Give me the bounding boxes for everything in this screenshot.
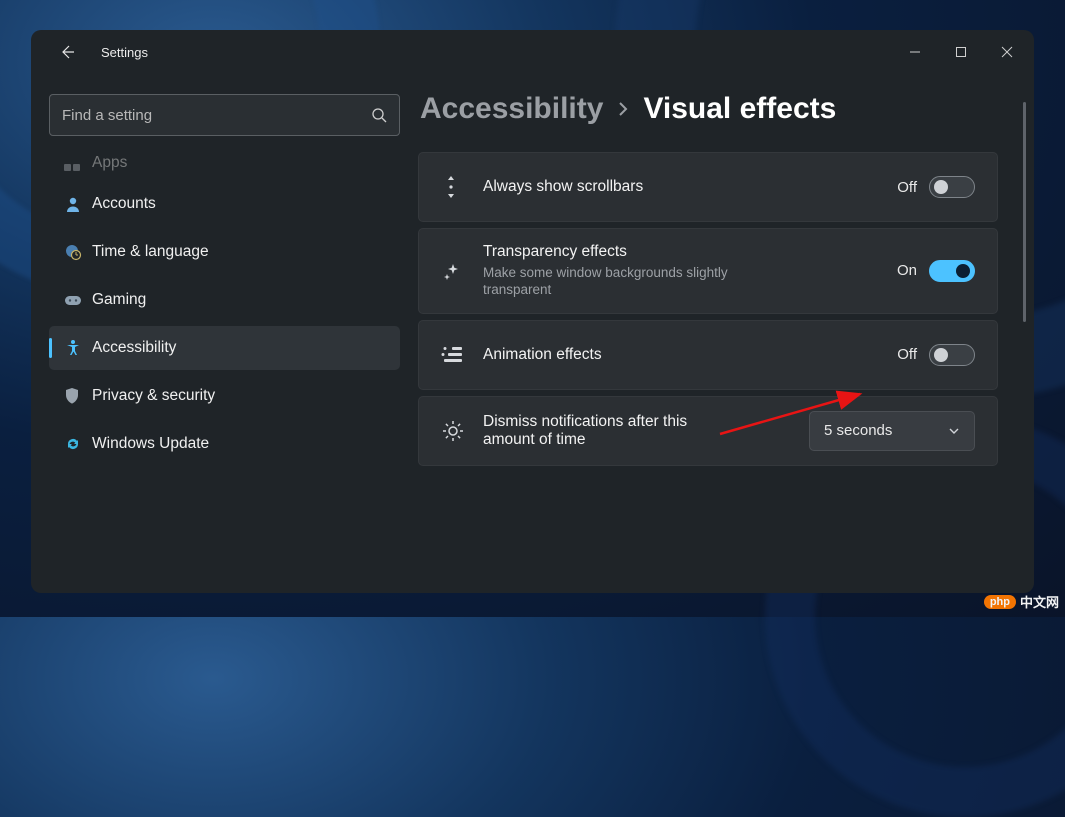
setting-transparency[interactable]: Transparency effects Make some window ba… — [418, 228, 998, 314]
settings-window: Settings Apps Accounts — [31, 30, 1034, 593]
sidebar-item-label: Time & language — [92, 243, 209, 261]
search-icon — [371, 107, 387, 123]
gamepad-icon — [64, 293, 92, 307]
content-scrollbar[interactable] — [1023, 102, 1026, 322]
close-button[interactable] — [984, 36, 1030, 68]
setting-animation[interactable]: Animation effects Off — [418, 320, 998, 390]
toggle-label: Off — [897, 179, 917, 196]
sidebar-item-time-language[interactable]: Time & language — [49, 230, 400, 274]
sidebar-item-accessibility[interactable]: Accessibility — [49, 326, 400, 370]
transparency-toggle[interactable] — [929, 260, 975, 282]
breadcrumb-parent[interactable]: Accessibility — [420, 92, 603, 126]
sidebar-item-gaming[interactable]: Gaming — [49, 278, 400, 322]
back-button[interactable] — [47, 32, 87, 72]
titlebar: Settings — [31, 30, 1034, 74]
clock-globe-icon — [64, 243, 92, 261]
sidebar-item-label: Gaming — [92, 291, 146, 309]
sync-icon — [64, 435, 92, 453]
app-title: Settings — [101, 45, 148, 60]
watermark: php 中文网 — [984, 592, 1059, 611]
motion-list-icon — [441, 346, 483, 364]
scroll-icon — [441, 174, 483, 200]
watermark-text: 中文网 — [1020, 592, 1059, 611]
breadcrumb-current: Visual effects — [643, 92, 836, 126]
search-box[interactable] — [49, 94, 400, 136]
sparkle-icon — [441, 260, 483, 282]
setting-title: Animation effects — [483, 346, 887, 364]
scrollbars-toggle[interactable] — [929, 176, 975, 198]
sidebar-item-label: Apps — [92, 154, 127, 172]
maximize-icon — [955, 46, 967, 58]
setting-scrollbars[interactable]: Always show scrollbars Off — [418, 152, 998, 222]
setting-desc: Make some window backgrounds slightly tr… — [483, 264, 743, 299]
chevron-right-icon — [617, 100, 629, 118]
window-controls — [892, 36, 1030, 68]
maximize-button[interactable] — [938, 36, 984, 68]
chevron-down-icon — [948, 425, 960, 437]
breadcrumb: Accessibility Visual effects — [418, 92, 1034, 126]
sidebar-item-label: Accessibility — [92, 339, 176, 357]
settings-list: Always show scrollbars Off Transparency … — [418, 152, 1034, 466]
brightness-icon — [441, 419, 483, 443]
arrow-left-icon — [59, 44, 75, 60]
sidebar-item-windows-update[interactable]: Windows Update — [49, 422, 400, 466]
sidebar-item-label: Windows Update — [92, 435, 209, 453]
dropdown-value: 5 seconds — [824, 422, 892, 439]
minimize-icon — [909, 46, 921, 58]
sidebar-item-label: Privacy & security — [92, 387, 215, 405]
animation-toggle[interactable] — [929, 344, 975, 366]
accessibility-icon — [64, 339, 92, 357]
nav: Apps Accounts Time & language Gaming — [49, 144, 400, 593]
setting-title: Transparency effects — [483, 243, 887, 261]
watermark-badge: php — [984, 595, 1016, 609]
apps-icon — [64, 158, 92, 172]
shield-icon — [64, 387, 92, 405]
toggle-label: Off — [897, 346, 917, 363]
sidebar: Apps Accounts Time & language Gaming — [31, 74, 418, 593]
sidebar-item-privacy-security[interactable]: Privacy & security — [49, 374, 400, 418]
setting-title: Dismiss notifications after this amount … — [483, 413, 723, 449]
toggle-label: On — [897, 262, 917, 279]
content-pane: Accessibility Visual effects Always show… — [418, 74, 1034, 593]
dismiss-time-dropdown[interactable]: 5 seconds — [809, 411, 975, 451]
search-input[interactable] — [62, 107, 371, 124]
setting-dismiss-notifications[interactable]: Dismiss notifications after this amount … — [418, 396, 998, 466]
setting-title: Always show scrollbars — [483, 178, 887, 196]
person-icon — [64, 195, 92, 213]
sidebar-item-accounts[interactable]: Accounts — [49, 182, 400, 226]
close-icon — [1001, 46, 1013, 58]
minimize-button[interactable] — [892, 36, 938, 68]
sidebar-item-apps[interactable]: Apps — [49, 148, 400, 178]
sidebar-item-label: Accounts — [92, 195, 156, 213]
